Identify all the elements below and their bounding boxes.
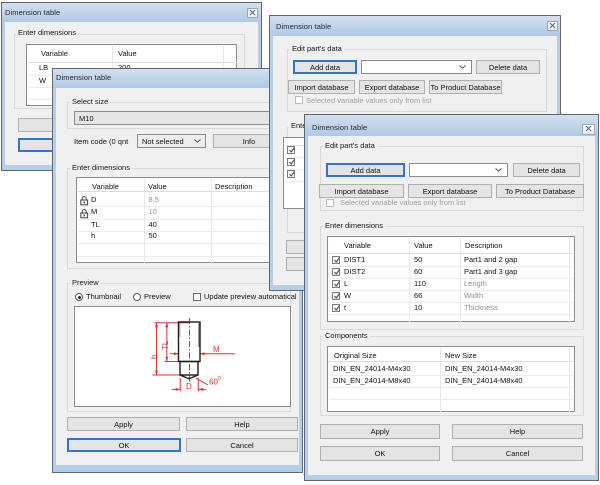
svg-text:TL: TL [161,340,170,350]
svg-text:D: D [186,382,192,391]
svg-text:o: o [218,376,222,382]
svg-text:M: M [213,345,220,354]
svg-text:h: h [150,355,159,359]
